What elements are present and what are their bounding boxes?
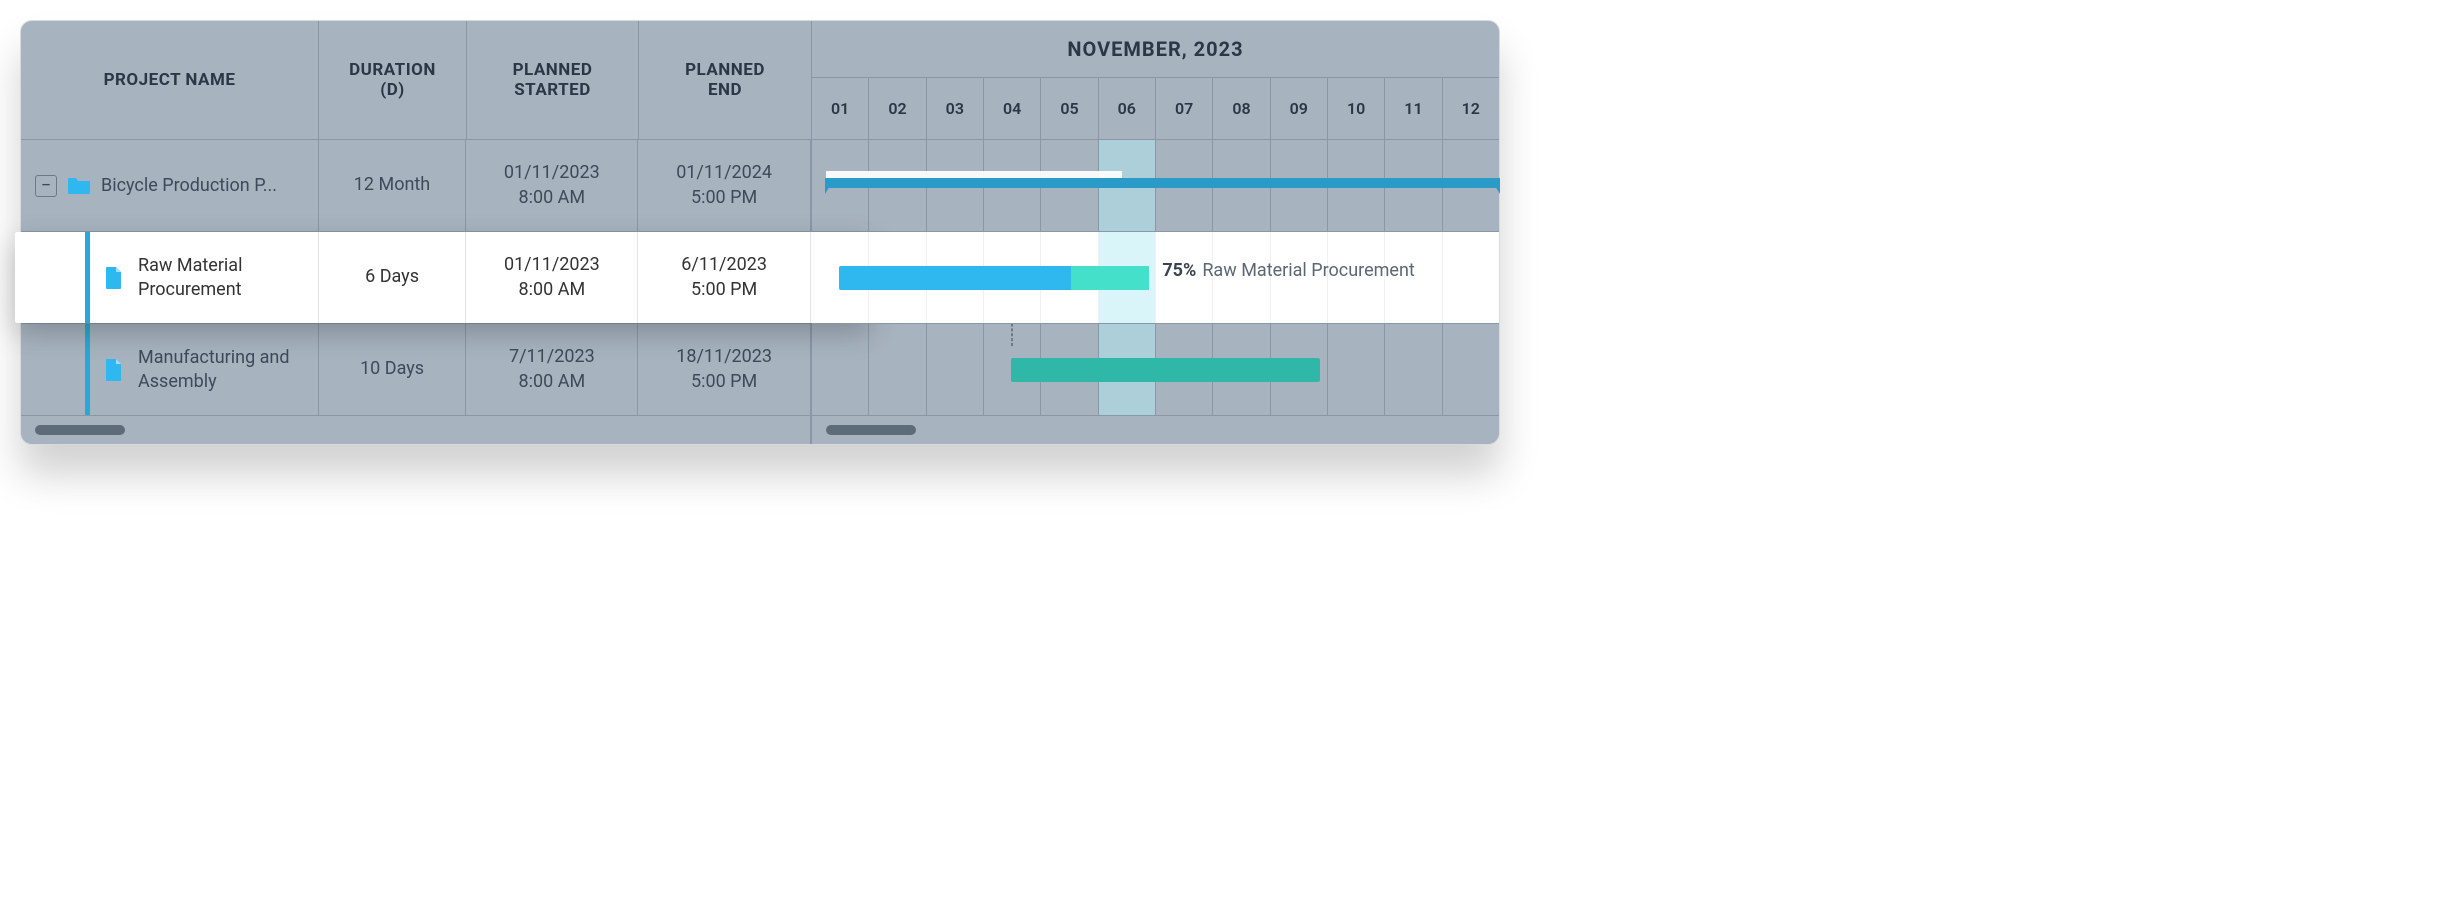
timeline-row[interactable]: 75% Raw Material Procurement <box>812 232 1499 324</box>
hierarchy-marker <box>85 324 90 415</box>
file-icon <box>104 358 128 382</box>
task-bar[interactable] <box>1011 358 1320 382</box>
col-duration-l1: DURATION <box>349 60 436 80</box>
day-header-row: 01 02 03 04 05 06 07 08 09 10 11 12 <box>812 77 1499 139</box>
task-bar[interactable] <box>839 266 1148 290</box>
row-duration: 12 Month <box>319 140 467 231</box>
row-end: 01/11/2024 5:00 PM <box>638 140 810 231</box>
row-end-date: 01/11/2024 <box>676 161 772 185</box>
task-progress-pct: 75% <box>1162 260 1196 281</box>
file-icon <box>104 266 128 290</box>
day-header[interactable]: 10 <box>1328 78 1385 139</box>
col-header-planned-start[interactable]: PLANNED STARTED <box>467 21 639 139</box>
col-duration-l2: (D) <box>380 80 404 100</box>
day-header[interactable]: 11 <box>1385 78 1442 139</box>
row-start-time: 8:00 AM <box>518 186 585 210</box>
row-end-date: 18/11/2023 <box>676 345 772 369</box>
timeline-row[interactable] <box>812 324 1499 416</box>
month-label: NOVEMBER, 2023 <box>812 21 1499 77</box>
task-bar-remaining <box>1071 266 1148 290</box>
right-scrollbar-track[interactable] <box>812 416 1499 444</box>
row-start-date: 01/11/2023 <box>504 253 600 277</box>
row-start-time: 8:00 AM <box>519 278 586 302</box>
right-pane: NOVEMBER, 2023 01 02 03 04 05 06 07 08 0… <box>812 21 1499 444</box>
task-label-text: Raw Material Procurement <box>1202 260 1414 281</box>
col-start-l1: PLANNED <box>513 60 593 80</box>
row-duration: 10 Days <box>319 324 467 415</box>
row-start-date: 7/11/2023 <box>509 345 595 369</box>
row-end-time: 5:00 PM <box>691 370 757 394</box>
table-row[interactable]: Manufacturing and Assembly 10 Days 7/11/… <box>21 324 811 416</box>
row-start: 01/11/2023 8:00 AM <box>466 140 638 231</box>
day-header[interactable]: 06 <box>1099 78 1156 139</box>
folder-icon <box>67 176 91 196</box>
row-end-time: 5:00 PM <box>691 186 757 210</box>
gantt-widget: PROJECT NAME DURATION (D) PLANNED STARTE… <box>20 20 1500 445</box>
left-scrollbar-thumb[interactable] <box>35 425 125 435</box>
row-end-date: 6/11/2023 <box>681 253 767 277</box>
timeline-header: NOVEMBER, 2023 01 02 03 04 05 06 07 08 0… <box>812 21 1499 140</box>
day-header[interactable]: 02 <box>869 78 926 139</box>
row-end-time: 5:00 PM <box>691 278 757 302</box>
row-start-time: 8:00 AM <box>519 370 586 394</box>
row-start: 7/11/2023 8:00 AM <box>466 324 638 415</box>
collapse-toggle[interactable]: − <box>35 175 57 197</box>
row-name: Manufacturing and Assembly <box>138 346 308 393</box>
row-end: 18/11/2023 5:00 PM <box>638 324 810 415</box>
row-end: 6/11/2023 5:00 PM <box>638 232 810 323</box>
hierarchy-marker <box>85 232 90 323</box>
col-header-name[interactable]: PROJECT NAME <box>21 21 319 139</box>
day-header[interactable]: 03 <box>927 78 984 139</box>
summary-progress <box>826 171 1122 178</box>
table-row[interactable]: Raw Material Procurement 6 Days 01/11/20… <box>21 232 811 324</box>
row-duration: 6 Days <box>319 232 467 323</box>
row-name: Bicycle Production P... <box>101 174 277 197</box>
row-start-date: 01/11/2023 <box>504 161 600 185</box>
col-end-l1: PLANNED <box>685 60 765 80</box>
col-start-l2: STARTED <box>514 80 591 100</box>
col-header-planned-end[interactable]: PLANNED END <box>639 21 811 139</box>
day-header[interactable]: 05 <box>1041 78 1098 139</box>
day-header[interactable]: 07 <box>1156 78 1213 139</box>
day-header[interactable]: 09 <box>1271 78 1328 139</box>
left-header: PROJECT NAME DURATION (D) PLANNED STARTE… <box>21 21 811 140</box>
col-header-duration[interactable]: DURATION (D) <box>319 21 467 139</box>
row-start: 01/11/2023 8:00 AM <box>466 232 638 323</box>
timeline-row[interactable] <box>812 140 1499 232</box>
day-header[interactable]: 08 <box>1213 78 1270 139</box>
table-row[interactable]: − Bicycle Production P... 12 Month 01/11… <box>21 140 811 232</box>
day-header[interactable]: 12 <box>1443 78 1499 139</box>
left-pane: PROJECT NAME DURATION (D) PLANNED STARTE… <box>21 21 812 444</box>
left-scrollbar-track[interactable] <box>21 416 811 444</box>
right-scrollbar-thumb[interactable] <box>826 425 916 435</box>
col-end-l2: END <box>708 80 742 100</box>
summary-bar[interactable] <box>826 178 1499 188</box>
task-bar-label: 75% Raw Material Procurement <box>1162 260 1414 281</box>
day-header[interactable]: 04 <box>984 78 1041 139</box>
day-header[interactable]: 01 <box>812 78 869 139</box>
row-name: Raw Material Procurement <box>138 254 308 301</box>
